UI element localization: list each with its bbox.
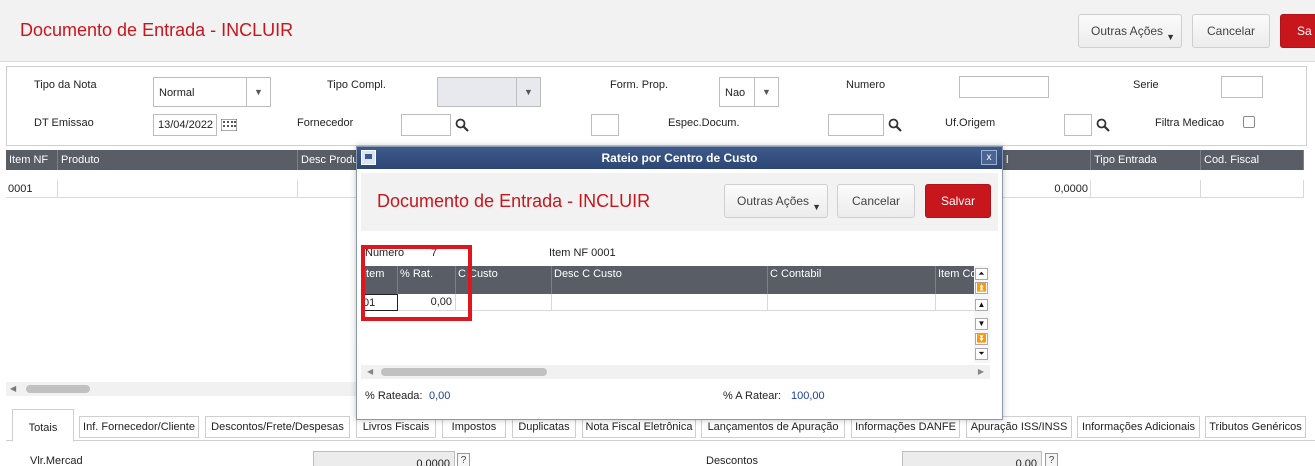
salvar-button[interactable]: Sa [1280,14,1315,48]
search-icon[interactable] [1096,118,1110,132]
scroll-top-icon[interactable]: ⏶ [975,268,988,280]
espec-docum-label: Espec.Docum. [668,117,740,129]
scroll-bottom-icon[interactable]: ⏷ [975,348,988,360]
cell-desc-c-custo[interactable] [552,294,768,311]
rateio-dialog: Rateio por Centro de Custo x Documento d… [356,146,1003,420]
serie-label: Serie [1133,79,1159,91]
chevron-down-icon: ▼ [754,78,778,106]
chevron-down-icon: ▼ [246,78,270,106]
form-prop-value: Nao [725,87,746,99]
caret-down-icon: ▼ [812,202,821,212]
dialog-header: Documento de Entrada - INCLUIR Outras Aç… [361,173,998,231]
chevron-down-icon: ▼ [516,78,540,106]
scroll-page-down-icon[interactable]: ⏬ [975,333,988,345]
screen: Documento de Entrada - INCLUIR Outras Aç… [0,0,1315,466]
tipo-compl-select[interactable]: ▼ [437,77,541,107]
tab-inf-fornecedor[interactable]: Inf. Fornecedor/Cliente [79,416,199,438]
cell-item-conta[interactable] [936,294,974,311]
tab-totais[interactable]: Totais [12,409,74,442]
help-icon[interactable]: ? [457,453,470,466]
dialog-titlebar[interactable]: Rateio por Centro de Custo x [357,147,1002,169]
outras-acoes-label: Outras Ações [737,194,810,208]
outras-acoes-label: Outras Ações [1091,24,1164,38]
cancelar-button[interactable]: Cancelar [1192,14,1270,48]
tab-descontos[interactable]: Descontos/Frete/Despesas [205,416,350,438]
form-prop-label: Form. Prop. [610,79,669,91]
search-icon[interactable] [455,118,469,132]
descontos-field: 0,00 [902,451,1042,466]
numero-label: Numero [846,79,886,91]
item-nf-label: Item NF 0001 [549,247,616,259]
col-item-conta[interactable]: Item Co [936,266,974,294]
col-c-contabil[interactable]: C Contabil [768,266,936,294]
help-icon[interactable]: ? [1045,453,1058,466]
cell-c-contabil[interactable] [768,294,936,311]
scrollbar-thumb[interactable] [381,368,547,376]
cell-cod-fiscal[interactable] [1201,180,1304,198]
col-produto[interactable]: Produto [58,150,298,170]
dialog-page-title: Documento de Entrada - INCLUIR [377,191,651,211]
arrow-left-icon[interactable]: ◀ [10,382,16,396]
dialog-title: Rateio por Centro de Custo [601,151,758,165]
espec-docum-input[interactable] [828,114,884,136]
dialog-horizontal-scrollbar[interactable]: ◀ ▶ [361,365,990,379]
dt-emissao-label: DT Emissao [34,117,94,129]
fornecedor-input[interactable] [401,114,451,136]
filtra-medicao-checkbox[interactable] [1243,116,1255,128]
descontos-label: Descontos [706,455,758,466]
dt-emissao-input[interactable]: 13/04/2022 [153,114,217,136]
col-cod-fiscal[interactable]: Cod. Fiscal [1201,150,1304,170]
close-button[interactable]: x [981,150,997,165]
dialog-salvar-button[interactable]: Salvar [925,184,991,218]
grid-vertical-scrollbar[interactable]: ⏶ ⏫ ▲ ▼ ⏬ ⏷ [974,266,990,363]
vlr-mercad-field: 0,0000 [313,451,455,466]
tab-informacoes-adicionais[interactable]: Informações Adicionais [1077,416,1200,438]
col-tipo-entrada[interactable]: Tipo Entrada [1091,150,1201,170]
rateada-label: % Rateada: [365,390,423,402]
outras-acoes-button[interactable]: Outras Ações ▼ [1078,14,1182,48]
page-title: Documento de Entrada - INCLUIR [20,20,294,40]
cell-item-nf[interactable]: 0001 [6,180,58,198]
col-desc-produto[interactable]: Desc Produ [298,150,362,170]
search-icon[interactable] [888,118,902,132]
arrow-right-icon[interactable]: ▶ [978,365,984,379]
calendar-icon[interactable] [221,119,237,131]
cell-produto[interactable] [58,180,298,198]
rateada-value: 0,00 [429,390,451,402]
filtra-medicao-label: Filtra Medicao [1155,117,1225,129]
caret-down-icon: ▼ [1166,32,1175,42]
a-ratear-label: % A Ratear: [723,390,782,402]
vlr-mercad-label: Vlr.Mercad [30,455,83,466]
loja-input[interactable] [591,114,619,136]
uf-origem-input[interactable] [1064,114,1092,136]
serie-input[interactable] [1221,76,1263,98]
scroll-down-icon[interactable]: ▼ [975,318,988,330]
form-prop-select[interactable]: Nao ▼ [719,77,779,107]
col-hidden[interactable]: l [1003,150,1091,170]
scroll-page-up-icon[interactable]: ⏫ [975,282,988,294]
dialog-cancelar-button[interactable]: Cancelar [837,184,915,218]
scrollbar-thumb[interactable] [26,385,90,393]
cell-valor[interactable]: 0,0000 [1003,180,1091,198]
highlight-annotation [361,245,472,321]
uf-origem-label: Uf.Origem [945,117,996,129]
numero-input[interactable] [959,76,1049,98]
dialog-outras-acoes-button[interactable]: Outras Ações ▼ [724,184,828,218]
app-header: Documento de Entrada - INCLUIR Outras Aç… [0,0,1315,62]
grid-horizontal-scrollbar[interactable]: ◀ [6,382,356,396]
tipo-nota-label: Tipo da Nota [34,79,97,91]
cell-tipo-entrada[interactable] [1091,180,1201,198]
tipo-nota-value: Normal [159,87,195,99]
scroll-up-icon[interactable]: ▲ [975,299,988,311]
header-form: Tipo da Nota Normal ▼ Tipo Compl. ▼ Form… [6,66,1307,146]
col-item-nf[interactable]: Item NF [6,150,58,170]
a-ratear-value: 100,00 [791,390,825,402]
cell-desc-produto[interactable] [298,180,362,198]
arrow-left-icon[interactable]: ◀ [367,365,373,379]
tab-tributos-genericos[interactable]: Tributos Genéricos [1205,416,1306,438]
col-desc-c-custo[interactable]: Desc C Custo [552,266,768,294]
tipo-nota-select[interactable]: Normal ▼ [153,77,271,107]
fornecedor-label: Fornecedor [297,117,354,129]
tipo-compl-label: Tipo Compl. [327,79,386,91]
